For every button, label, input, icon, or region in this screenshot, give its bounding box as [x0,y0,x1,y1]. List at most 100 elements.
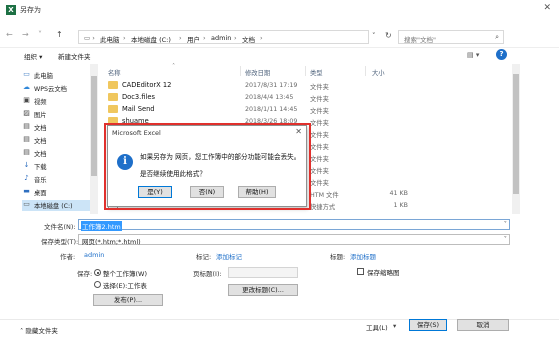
file-type: 文件夹 [310,84,329,91]
refresh-icon[interactable]: ↻ [385,31,392,40]
sidebar-item[interactable]: ▣ 视频 [22,96,90,107]
column-divider[interactable] [365,66,366,76]
sidebar-item[interactable]: ▬ 桌面 [22,187,90,198]
entire-workbook-label[interactable]: 整个工作簿(W) [103,268,147,278]
sidebar-item[interactable]: ▤ 文档 [22,148,90,159]
breadcrumb-separator: › [123,34,126,42]
breadcrumb-admin[interactable]: admin [211,34,231,42]
search-input[interactable]: 搜索"文档" ⌕ [398,30,504,44]
sidebar-item-label: 文档 [34,138,47,145]
column-divider[interactable] [305,66,306,76]
breadcrumb-separator: › [203,34,206,42]
document-icon: ▤ [23,135,30,143]
sidebar-item-label: 下载 [34,164,47,171]
column-divider[interactable] [240,66,241,76]
add-tags-link[interactable]: 添加标记 [216,251,242,261]
sidebar-item[interactable]: ♪ 音乐 [22,174,90,185]
file-list-scrollbar[interactable] [512,64,520,214]
page-title-input[interactable] [228,267,298,278]
scrollbar-thumb[interactable] [513,74,519,194]
breadcrumb-separator: › [179,34,182,42]
save-scope-label: 保存: [77,270,93,278]
filetype-dropdown-icon[interactable]: ˅ [504,235,507,243]
sidebar-item[interactable]: ▭ 本地磁盘 (C:) [22,200,90,211]
toolbar: 组织 ▾ 新建文件夹 ▤ ▾ ? [0,47,559,61]
sidebar-item[interactable]: ↓ 下载 [22,161,90,172]
view-options-icon[interactable]: ▤ ▾ [467,51,479,59]
title-bar: X 另存为 ✕ [0,0,559,20]
file-row[interactable]: Mail Send 2018/1/11 14:45 文件夹 [100,104,512,115]
computer-icon: ▭ [23,70,30,78]
filetype-select[interactable]: 网页(*.htm;*.html) ˅ [78,234,510,246]
file-date: 2018/4/4 13:45 [245,94,294,101]
tools-dropdown-icon[interactable]: ▾ [393,322,396,330]
breadcrumb-users[interactable]: 用户 [187,34,200,44]
sidebar-item-label: 此电脑 [34,73,53,80]
forward-arrow-icon[interactable]: → [22,30,29,39]
publish-button[interactable]: 发布(P)... [93,294,163,306]
file-type: 文件夹 [310,156,329,163]
recent-locations-icon[interactable]: ˅ [38,30,42,39]
column-header-name[interactable]: 名称 [108,68,121,77]
sidebar-item-label: 本地磁盘 (C:) [34,203,73,210]
address-bar[interactable]: ▭ › 此电脑 › 本地磁盘 (C:) › 用户 › admin › 文档 › [78,30,369,44]
file-type: 文件夹 [310,180,329,187]
filename-dropdown-icon[interactable]: ˅ [504,220,507,228]
sidebar-item[interactable]: ▤ 文档 [22,122,90,133]
cloud-icon: ☁ [23,83,30,91]
file-row[interactable]: CADEditorX 12 2017/8/31 17:19 文件夹 [100,80,512,91]
filetype-label: 保存类型(T): [41,238,79,246]
file-type: HTM 文件 [310,192,339,199]
save-button[interactable]: 保存(S) [409,319,447,331]
selection-label[interactable]: 选择(E):工作表 [103,280,147,290]
sort-ascending-icon: ˄ [172,63,176,70]
add-title-link[interactable]: 添加标题 [350,251,376,261]
file-date: 2017/8/31 17:19 [245,82,298,89]
back-arrow-icon[interactable]: ← [6,30,13,39]
breadcrumb-local-disk[interactable]: 本地磁盘 (C:) [131,34,171,44]
selection-radio[interactable] [94,281,101,288]
close-icon[interactable]: ✕ [543,3,551,13]
file-name: CADEditorX 12 [122,81,172,89]
column-header-type[interactable]: 类型 [310,68,323,77]
folder-icon [108,93,118,101]
save-thumbnail-checkbox[interactable] [357,268,364,275]
sidebar-item[interactable]: ☁ WPS云文档 [22,83,90,94]
file-type: 文件夹 [310,144,329,151]
search-icon[interactable]: ⌕ [495,33,499,42]
sidebar-item[interactable]: ▨ 图片 [22,109,90,120]
file-name: Mail Send [122,105,155,113]
drive-icon: ▭ [23,200,30,208]
tools-menu[interactable]: 工具(L) [366,322,388,332]
organize-button[interactable]: 组织 ▾ [24,51,42,61]
cancel-button[interactable]: 取消 [457,319,509,331]
sidebar-item[interactable]: ▤ 文档 [22,135,90,146]
highlight-annotation-box [104,123,311,210]
column-header-size[interactable]: 大小 [372,68,385,77]
entire-workbook-radio[interactable] [94,269,101,276]
new-folder-button[interactable]: 新建文件夹 [58,51,91,61]
filename-field[interactable]: 工作簿2.htm ˅ [78,219,510,231]
hide-folders-toggle[interactable]: ˄ 隐藏文件夹 [20,325,58,335]
save-thumbnail-label[interactable]: 保存缩略图 [367,267,400,277]
document-icon: ▤ [23,122,30,130]
column-header-date[interactable]: 修改日期 [245,68,270,77]
scrollbar-thumb[interactable] [91,76,97,176]
navigation-pane: ▭ 此电脑 ☁ WPS云文档 ▣ 视频 ▨ 图片 ▤ 文档 ▤ 文档 ▤ 文档 ↓ 下载 ♪ 音乐 ▬ 桌面 ▭ 本地磁盘… [22,66,90,214]
filename-value: 工作簿2.htm [81,221,122,231]
video-icon: ▣ [23,96,30,104]
help-icon[interactable]: ? [496,49,507,60]
author-value[interactable]: admin [84,251,104,259]
sidebar-item[interactable]: ▭ 此电脑 [22,70,90,81]
sidebar-item-label: WPS云文档 [34,86,67,93]
file-row[interactable]: Doc3.files 2018/4/4 13:45 文件夹 [100,92,512,103]
address-dropdown-icon[interactable]: ˅ [372,32,376,40]
up-arrow-icon[interactable]: ↑ [56,30,63,39]
page-title-label: 页标题(I): [193,270,222,278]
music-icon: ♪ [24,174,29,182]
breadcrumb-this-pc[interactable]: 此电脑 [100,34,120,44]
tags-label: 标记: [196,253,212,261]
navigation-pane-scrollbar[interactable] [90,64,98,214]
breadcrumb-documents[interactable]: 文档 [242,34,255,44]
change-title-button[interactable]: 更改标题(C)... [228,284,298,296]
